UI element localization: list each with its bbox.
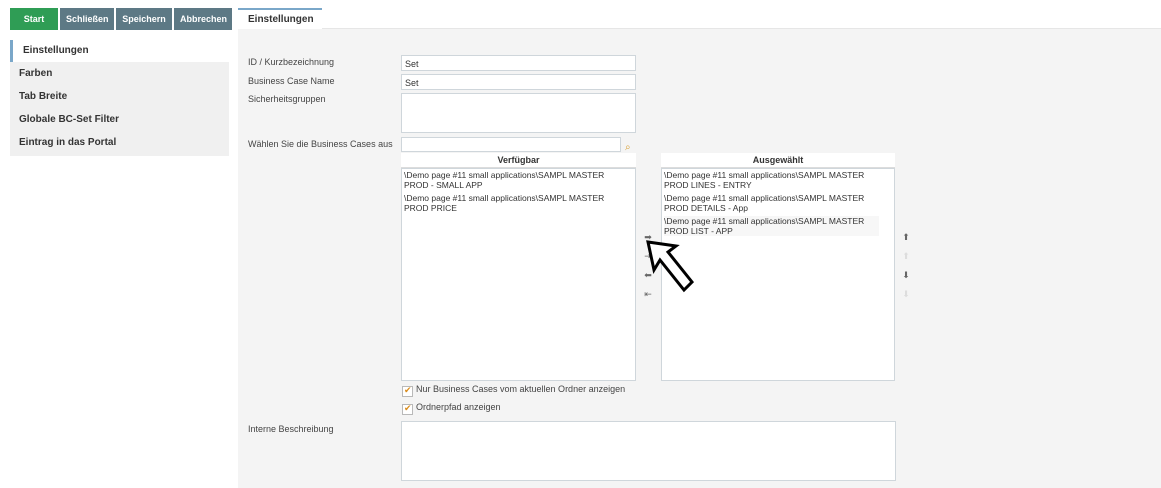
- toolbar: Start Schließen Speichern Abbrechen: [10, 8, 232, 30]
- start-button[interactable]: Start: [10, 8, 58, 30]
- available-list-header: Verfügbar: [401, 153, 636, 168]
- id-field[interactable]: Set: [401, 55, 636, 71]
- selected-item[interactable]: \Demo page #11 small applications\SAMPL …: [664, 170, 879, 190]
- choose-business-cases-label: Wählen Sie die Business Cases aus: [248, 139, 393, 149]
- folder-path-label: Ordnerpfad anzeigen: [416, 402, 501, 412]
- search-icon[interactable]: ⌕: [625, 142, 631, 153]
- tab-einstellungen[interactable]: Einstellungen: [238, 8, 322, 29]
- arrow-down-disabled-icon: ⬇: [902, 289, 910, 299]
- sidebar-item-farben[interactable]: Farben: [10, 62, 229, 85]
- sidebar: Einstellungen Farben Tab Breite Globale …: [10, 40, 229, 156]
- current-folder-checkbox[interactable]: [402, 385, 413, 397]
- cancel-button[interactable]: Abbrechen: [174, 8, 232, 30]
- id-label: ID / Kurzbezeichnung: [248, 57, 335, 67]
- close-button[interactable]: Schließen: [60, 8, 114, 30]
- sidebar-item-globale-bc-set-filter[interactable]: Globale BC-Set Filter: [10, 108, 229, 131]
- business-case-search-input[interactable]: [401, 137, 621, 152]
- pointer-arrow-icon: [646, 240, 695, 293]
- internal-description-field[interactable]: [401, 421, 896, 481]
- save-button[interactable]: Speichern: [116, 8, 172, 30]
- available-list[interactable]: \Demo page #11 small applications\SAMPL …: [401, 168, 636, 381]
- selected-item[interactable]: \Demo page #11 small applications\SAMPL …: [664, 193, 879, 213]
- security-groups-label: Sicherheitsgruppen: [248, 94, 326, 104]
- sidebar-item-tab-breite[interactable]: Tab Breite: [10, 85, 229, 108]
- arrow-down-icon[interactable]: ⬇: [900, 270, 912, 281]
- selected-list-header: Ausgewählt: [661, 153, 895, 168]
- arrow-up-disabled-icon: ⬆: [902, 251, 910, 261]
- business-case-name-label: Business Case Name: [248, 76, 335, 86]
- sidebar-item-eintrag-portal[interactable]: Eintrag in das Portal: [10, 131, 229, 154]
- sidebar-item-einstellungen[interactable]: Einstellungen: [10, 40, 229, 62]
- available-item[interactable]: \Demo page #11 small applications\SAMPL …: [404, 193, 619, 213]
- current-folder-label: Nur Business Cases vom aktuellen Ordner …: [416, 384, 626, 394]
- internal-description-label: Interne Beschreibung: [248, 424, 334, 434]
- arrow-up-icon[interactable]: ⬆: [900, 232, 912, 243]
- folder-path-checkbox[interactable]: [402, 403, 413, 415]
- business-case-name-field[interactable]: Set: [401, 74, 636, 90]
- available-item[interactable]: \Demo page #11 small applications\SAMPL …: [404, 170, 619, 190]
- security-groups-field[interactable]: [401, 93, 636, 133]
